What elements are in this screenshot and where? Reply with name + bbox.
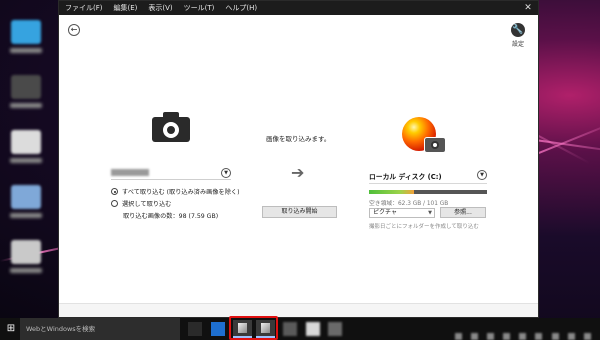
folder-note-text: 撮影日ごとにフォルダーを作成して取り込む [369,224,479,230]
desktop-icon[interactable] [11,185,41,209]
import-message: 画像を取り込みます。 [266,135,331,143]
taskview-icon[interactable] [188,322,202,336]
destination-drive-name: ローカル ディスク (C:) [369,173,442,181]
menu-edit[interactable]: 編集(E) [114,1,138,15]
divider [369,183,487,184]
desktop-icon[interactable] [11,75,41,99]
taskbar-icon[interactable] [306,322,320,336]
import-panel: ← 🔧 設定 ▼ すべて取り込む (取り込み済み画像を除く) 選択して取り込む … [59,15,538,303]
chevron-down-icon[interactable]: ▼ [477,170,487,180]
menu-tools[interactable]: ツール(T) [184,1,215,15]
wrench-icon: 🔧 [511,23,525,37]
edge-icon[interactable] [211,322,225,336]
windows-start-icon[interactable]: ⊞ [4,322,18,336]
menu-bar: ファイル(F) 編集(E) 表示(V) ツール(T) ヘルプ(H) ✕ [59,1,538,15]
settings-button[interactable]: 🔧 設定 [506,23,530,48]
taskbar-icon[interactable] [283,322,297,336]
settings-label: 設定 [511,41,524,48]
destination-dropdown[interactable]: ▼ [477,170,487,180]
tray-icon[interactable] [583,333,591,340]
tray-icon[interactable] [487,333,495,340]
desktop-icon-label [10,158,42,163]
source-device-select[interactable]: ▼ [111,168,231,180]
desktop-icons [4,20,48,295]
radio-import-selected-label: 選択して取り込む [122,201,172,208]
desktop-icon-label [10,103,42,108]
import-window: ファイル(F) 編集(E) 表示(V) ツール(T) ヘルプ(H) ✕ ← 🔧 … [58,0,539,318]
tray-icon[interactable] [455,333,462,340]
tray-icon[interactable] [471,333,479,340]
folder-select-value: ピクチャ [373,209,397,216]
taskbar-icon[interactable] [328,322,342,336]
chevron-down-icon: ▼ [428,210,432,216]
browse-button[interactable]: 参照... [440,207,486,218]
arrow-right-icon: ➔ [291,163,305,182]
photo-app-icon [402,109,452,163]
close-icon[interactable]: ✕ [518,1,538,15]
radio-import-all[interactable]: すべて取り込む (取り込み済み画像を除く) [111,187,240,196]
desktop-icon[interactable] [11,20,41,44]
chevron-down-icon[interactable]: ▼ [221,168,231,178]
radio-button[interactable] [111,200,118,207]
free-space-text: 空き領域：62.3 GB / 101 GB [369,201,449,207]
tray-icon[interactable] [551,333,559,340]
tray-icon[interactable] [567,333,575,340]
radio-import-selected[interactable]: 選択して取り込む [111,199,171,208]
desktop-icon[interactable] [11,240,41,264]
destination-folder-select[interactable]: ピクチャ ▼ [369,208,435,218]
back-arrow-icon: ← [70,25,78,34]
desktop-icon-label [10,213,42,218]
import-count-text: 取り込む画像の数：98 (7.59 GB) [123,213,219,220]
back-button[interactable]: ← [68,24,80,36]
tray-icon[interactable] [503,333,511,340]
status-strip [59,303,538,317]
source-device-name-redacted [111,169,149,176]
menu-file[interactable]: ファイル(F) [65,1,103,15]
tray-icon[interactable] [535,333,543,340]
desktop-icon[interactable] [11,130,41,154]
menu-help[interactable]: ヘルプ(H) [225,1,257,15]
storage-used-fill [369,190,415,194]
tray-icon[interactable] [519,333,527,340]
start-import-button[interactable]: 取り込み開始 [262,206,337,218]
storage-usage-bar [369,190,487,194]
radio-import-all-label: すべて取り込む (取り込み済み画像を除く) [122,189,240,196]
highlight-annotation-box [229,316,278,340]
desktop-icon-label [10,48,42,53]
taskbar-search-input[interactable]: WebとWindowsを検索 [20,318,180,340]
desktop-icon-label [10,268,42,273]
camera-icon [152,111,190,142]
taskbar: ⊞ WebとWindowsを検索 [0,318,600,340]
system-tray [455,325,595,340]
radio-button-checked[interactable] [111,188,118,195]
menu-view[interactable]: 表示(V) [148,1,172,15]
